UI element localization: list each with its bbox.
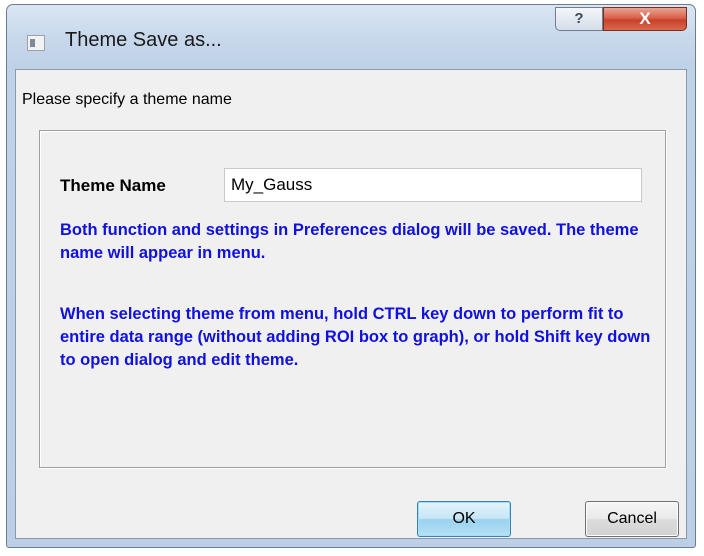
window-title: Theme Save as...: [65, 29, 222, 51]
cancel-button[interactable]: Cancel: [585, 501, 679, 537]
prompt-label: Please specify a theme name: [22, 91, 232, 108]
info-text-save: Both function and settings in Preference…: [60, 221, 639, 262]
help-button[interactable]: ?: [555, 7, 603, 31]
theme-name-input[interactable]: [224, 168, 642, 202]
ok-button[interactable]: OK: [417, 501, 511, 537]
theme-name-label: Theme Name: [60, 176, 166, 195]
info-text-usage: When selecting theme from menu, hold CTR…: [60, 305, 651, 369]
app-window-icon: [27, 35, 45, 51]
title-bar[interactable]: Theme Save as... ? X: [7, 5, 695, 69]
close-button[interactable]: X: [603, 7, 687, 31]
